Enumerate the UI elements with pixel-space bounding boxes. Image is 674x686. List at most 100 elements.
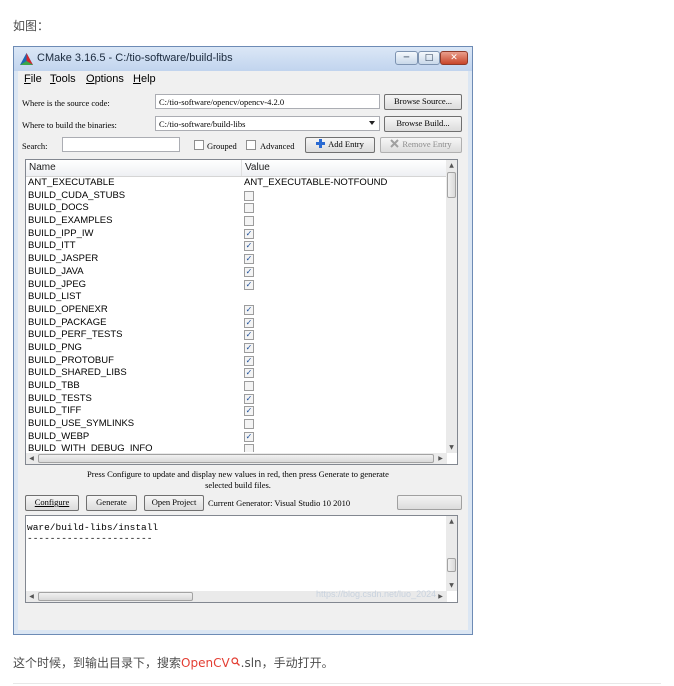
table-row[interactable]: ANT_EXECUTABLE ANT_EXECUTABLE-NOTFOUND: [26, 177, 447, 190]
add-entry-label: Add Entry: [328, 139, 364, 149]
table-horizontal-scrollbar[interactable]: ◀ ▶: [26, 453, 447, 464]
entry-value-checkbox[interactable]: [244, 419, 254, 430]
configure-button[interactable]: Configure: [25, 495, 79, 511]
browse-build-button[interactable]: Browse Build...: [384, 116, 462, 132]
opencv-link[interactable]: OpenCV: [181, 656, 230, 670]
output-vertical-scrollbar[interactable]: ▲ ▼: [446, 516, 457, 591]
chevron-down-icon[interactable]: [369, 121, 375, 125]
table-hscroll-thumb[interactable]: [38, 454, 434, 463]
entry-value-checkbox[interactable]: ✓: [244, 228, 254, 239]
menu-tools[interactable]: Tools: [50, 73, 76, 85]
column-value-header[interactable]: Value: [245, 162, 270, 173]
scroll-right-icon[interactable]: ▶: [435, 453, 446, 464]
entry-value-checkbox[interactable]: [244, 216, 254, 227]
menu-options[interactable]: Options: [86, 73, 124, 85]
minimize-button[interactable]: ─: [395, 51, 418, 65]
entry-value-checkbox[interactable]: [244, 381, 254, 391]
browse-source-label: Browse Source...: [393, 96, 453, 106]
output-vscroll-thumb[interactable]: [447, 558, 456, 572]
table-row[interactable]: BUILD_TESTS ✓: [26, 393, 447, 406]
title-bar[interactable]: CMake 3.16.5 - C:/tio-software/build-lib…: [14, 47, 472, 71]
output-scroll-up-icon[interactable]: ▲: [446, 516, 457, 527]
header-separator[interactable]: [241, 160, 242, 176]
table-row[interactable]: BUILD_PACKAGE ✓: [26, 317, 447, 330]
table-row[interactable]: BUILD_DOCS: [26, 202, 447, 215]
menu-options-key: O: [86, 73, 95, 85]
table-row[interactable]: BUILD_ITT ✓: [26, 240, 447, 253]
entry-value-text[interactable]: ANT_EXECUTABLE-NOTFOUND: [244, 177, 387, 189]
entry-name: BUILD_PNG: [28, 341, 82, 353]
build-path-value: C:/tio-software/build-libs: [159, 119, 246, 129]
search-icon[interactable]: [231, 657, 240, 666]
entry-value-checkbox[interactable]: ✓: [244, 317, 254, 328]
entry-name: BUILD_TIFF: [28, 405, 82, 417]
menu-help[interactable]: Help: [133, 73, 156, 85]
advanced-checkbox[interactable]: [246, 140, 256, 150]
entry-value-checkbox[interactable]: ✓: [244, 304, 254, 315]
entry-value-checkbox[interactable]: ✓: [244, 254, 254, 265]
table-vscroll-thumb[interactable]: [447, 172, 456, 198]
browse-source-button[interactable]: Browse Source...: [384, 94, 462, 110]
table-row[interactable]: BUILD_JASPER ✓: [26, 253, 447, 266]
entry-value-checkbox[interactable]: [244, 203, 254, 214]
entry-value-checkbox[interactable]: ✓: [244, 330, 254, 341]
column-name-header[interactable]: Name: [29, 162, 56, 173]
remove-entry-button[interactable]: Remove Entry: [380, 137, 462, 153]
current-generator-text: Current Generator: Visual Studio 10 2010: [208, 498, 351, 508]
divider-line: [13, 683, 661, 684]
output-scroll-left-icon[interactable]: ◀: [26, 591, 37, 602]
entry-value-checkbox[interactable]: ✓: [244, 241, 254, 252]
table-row[interactable]: BUILD_TIFF ✓: [26, 405, 447, 418]
scroll-up-icon[interactable]: ▲: [446, 160, 457, 171]
entry-value-checkbox[interactable]: ✓: [244, 393, 254, 404]
window-client: File Tools Options Help Where is the sou…: [18, 71, 468, 630]
entry-value-checkbox[interactable]: ✓: [244, 406, 254, 417]
maximize-icon: □: [424, 53, 434, 63]
source-path-field[interactable]: C:/tio-software/opencv/opencv-4.2.0: [155, 94, 380, 109]
table-vertical-scrollbar[interactable]: ▲ ▼: [446, 160, 457, 453]
open-project-button[interactable]: Open Project: [144, 495, 204, 511]
table-row[interactable]: BUILD_LIST: [26, 291, 447, 304]
table-row[interactable]: BUILD_WITH_DEBUG_INFO: [26, 443, 447, 452]
menu-file-rest: ile: [30, 73, 42, 85]
table-row[interactable]: BUILD_OPENEXR ✓: [26, 304, 447, 317]
entry-value-checkbox[interactable]: ✓: [244, 355, 254, 366]
output-scroll-right-icon[interactable]: ▶: [435, 591, 446, 602]
entry-value-checkbox[interactable]: [244, 444, 254, 452]
table-row[interactable]: BUILD_JAVA ✓: [26, 266, 447, 279]
entry-name: BUILD_PACKAGE: [28, 316, 107, 328]
entry-name: BUILD_TESTS: [28, 392, 92, 404]
scroll-down-icon[interactable]: ▼: [446, 442, 457, 453]
entry-value-checkbox[interactable]: [244, 190, 254, 201]
cache-table[interactable]: Name Value ANT_EXECUTABLE ANT_EXECUTABLE-…: [25, 159, 458, 465]
table-row[interactable]: BUILD_USE_SYMLINKS: [26, 418, 447, 431]
table-row[interactable]: BUILD_TBB: [26, 380, 447, 393]
entry-value-checkbox[interactable]: ✓: [244, 368, 254, 379]
menu-tools-rest: ools: [55, 73, 76, 85]
menu-file[interactable]: File: [24, 73, 42, 85]
scroll-left-icon[interactable]: ◀: [26, 453, 37, 464]
table-row[interactable]: BUILD_SHARED_LIBS ✓: [26, 367, 447, 380]
table-row[interactable]: BUILD_WEBP ✓: [26, 431, 447, 444]
generate-button[interactable]: Generate: [86, 495, 137, 511]
entry-value-checkbox[interactable]: ✓: [244, 266, 254, 277]
table-row[interactable]: BUILD_CUDA_STUBS: [26, 190, 447, 203]
entry-value-checkbox[interactable]: ✓: [244, 279, 254, 290]
table-row[interactable]: BUILD_PNG ✓: [26, 342, 447, 355]
search-input[interactable]: [62, 137, 180, 152]
output-scroll-down-icon[interactable]: ▼: [446, 580, 457, 591]
table-row[interactable]: BUILD_JPEG ✓: [26, 279, 447, 292]
table-row[interactable]: BUILD_PROTOBUF ✓: [26, 355, 447, 368]
build-path-combo[interactable]: C:/tio-software/build-libs: [155, 116, 380, 131]
entry-value-checkbox[interactable]: ✓: [244, 342, 254, 353]
table-row[interactable]: BUILD_IPP_IW ✓: [26, 228, 447, 241]
table-row[interactable]: BUILD_EXAMPLES: [26, 215, 447, 228]
maximize-button[interactable]: □: [418, 51, 440, 65]
entry-name: ANT_EXECUTABLE: [28, 177, 115, 188]
table-row[interactable]: BUILD_PERF_TESTS ✓: [26, 329, 447, 342]
output-hscroll-thumb[interactable]: [38, 592, 193, 601]
entry-value-checkbox[interactable]: ✓: [244, 431, 254, 442]
add-entry-button[interactable]: Add Entry: [305, 137, 375, 153]
close-button[interactable]: ✕: [440, 51, 468, 65]
grouped-checkbox[interactable]: [194, 140, 204, 150]
